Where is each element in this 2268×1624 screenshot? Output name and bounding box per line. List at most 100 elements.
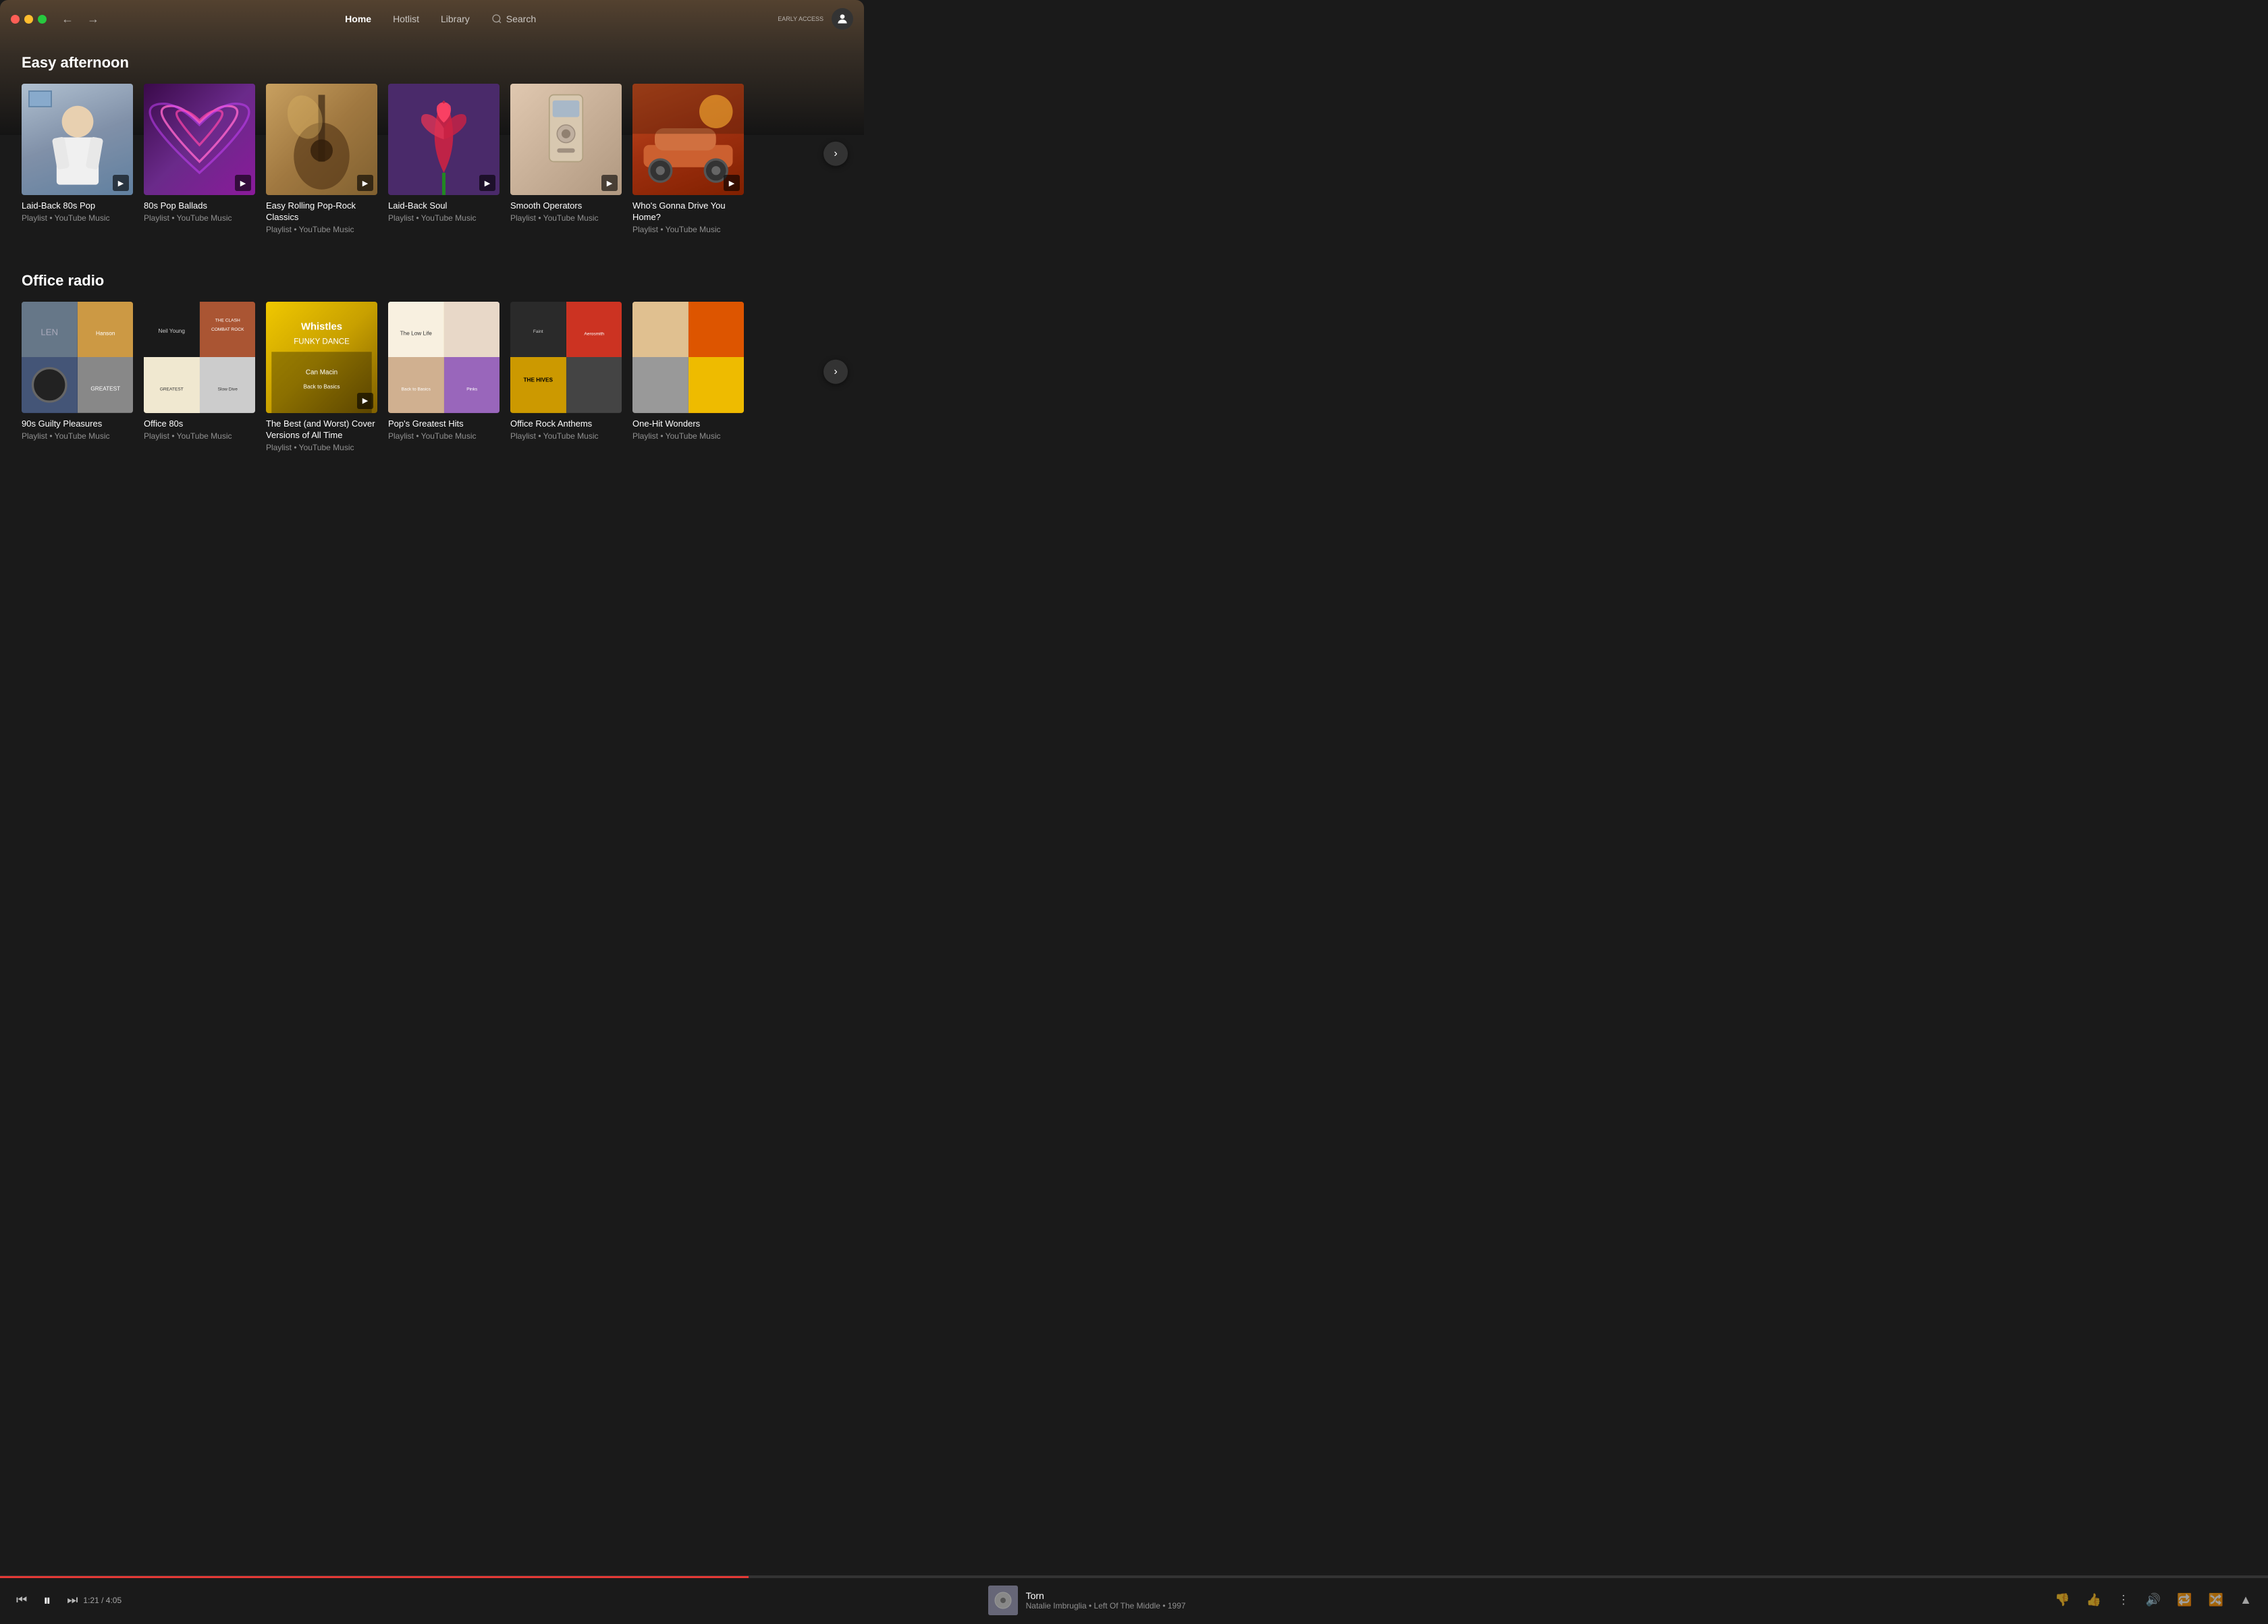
svg-text:Back to Basics: Back to Basics <box>402 387 431 392</box>
play-overlay-3: ▶ <box>357 175 373 191</box>
svg-text:Pinks: Pinks <box>466 387 478 392</box>
svg-text:GREATEST: GREATEST <box>90 386 120 392</box>
card-thumb-popsgreatest: The Low Life Back to Basics Pinks <box>388 302 500 413</box>
card-office80s[interactable]: Neil Young THE CLASH COMBAT ROCK GREATEST… <box>144 302 255 441</box>
card-name-4: Laid-Back Soul <box>388 200 500 212</box>
svg-text:THE CLASH: THE CLASH <box>215 318 240 323</box>
svg-text:Whistles: Whistles <box>301 321 342 332</box>
svg-text:Back to Basics: Back to Basics <box>303 383 340 389</box>
nav-arrows: ← → <box>57 11 103 28</box>
forward-button[interactable]: → <box>83 11 103 28</box>
window-controls <box>11 15 47 24</box>
card-sub-3: Playlist • YouTube Music <box>266 225 377 234</box>
office-radio-cards: LEN Hanson GREATEST <box>22 302 842 452</box>
card-onehitwonders[interactable]: One-Hit Wonders Playlist • YouTube Music <box>632 302 744 441</box>
play-overlay-1: ▶ <box>113 175 129 191</box>
card-thumb-whosgonna: ▶ <box>632 84 744 195</box>
card-sub-or-1: Playlist • YouTube Music <box>22 431 133 441</box>
card-whosgonna[interactable]: ▶ Who's Gonna Drive You Home? Playlist •… <box>632 84 744 234</box>
svg-text:Can Macin: Can Macin <box>306 369 338 376</box>
user-avatar[interactable] <box>832 8 853 30</box>
nav-search[interactable]: Search <box>491 11 536 27</box>
main-content: Easy afternoon <box>0 38 864 594</box>
fullscreen-button[interactable] <box>38 15 47 24</box>
nav-library[interactable]: Library <box>441 11 470 27</box>
card-name-1: Laid-Back 80s Pop <box>22 200 133 212</box>
svg-text:LEN: LEN <box>40 327 58 337</box>
play-overlay-4: ▶ <box>479 175 495 191</box>
card-sub-5: Playlist • YouTube Music <box>510 213 622 223</box>
card-sub-or-5: Playlist • YouTube Music <box>510 431 622 441</box>
office-radio-title: Office radio <box>22 272 842 290</box>
svg-text:Hanson: Hanson <box>96 330 115 336</box>
card-popsgreatest[interactable]: The Low Life Back to Basics Pinks <box>388 302 500 441</box>
card-laidbacksoul[interactable]: ▶ Laid-Back Soul Playlist • YouTube Musi… <box>388 84 500 223</box>
nav-search-label[interactable]: Search <box>506 11 536 27</box>
card-thumb-80spopballads: ▶ <box>144 84 255 195</box>
play-overlay-or-3: ▶ <box>357 393 373 409</box>
card-easyrolling[interactable]: ▶ Easy Rolling Pop-Rock Classics Playlis… <box>266 84 377 234</box>
play-overlay-6: ▶ <box>724 175 740 191</box>
card-sub-or-6: Playlist • YouTube Music <box>632 431 744 441</box>
easy-afternoon-cards: ▶ Laid-Back 80s Pop Playlist • YouTube M… <box>22 84 842 234</box>
card-bestworst[interactable]: Whistles FUNKY DANCE Can Macin Back to B… <box>266 302 377 452</box>
titlebar: ← → Home Hotlist Library Search EARLY AC… <box>0 0 864 38</box>
back-button[interactable]: ← <box>57 11 78 28</box>
card-thumb-bestworst: Whistles FUNKY DANCE Can Macin Back to B… <box>266 302 377 413</box>
play-overlay-5: ▶ <box>601 175 618 191</box>
svg-text:COMBAT ROCK: COMBAT ROCK <box>211 327 244 332</box>
minimize-button[interactable] <box>24 15 33 24</box>
card-thumb-officerock: Faint Aerosmith THE HIVES <box>510 302 622 413</box>
card-laidback80spop[interactable]: ▶ Laid-Back 80s Pop Playlist • YouTube M… <box>22 84 133 223</box>
nav-right: EARLY ACCESS <box>778 8 853 30</box>
nav-home[interactable]: Home <box>345 11 371 27</box>
early-access-label: EARLY ACCESS <box>778 16 824 23</box>
card-name-3: Easy Rolling Pop-Rock Classics <box>266 200 377 223</box>
close-button[interactable] <box>11 15 20 24</box>
card-thumb-90sguilty: LEN Hanson GREATEST <box>22 302 133 413</box>
card-name-or-2: Office 80s <box>144 418 255 430</box>
card-sub-2: Playlist • YouTube Music <box>144 213 255 223</box>
card-name-or-3: The Best (and Worst) Cover Versions of A… <box>266 418 377 441</box>
search-icon <box>491 13 502 24</box>
card-sub-1: Playlist • YouTube Music <box>22 213 133 223</box>
card-thumb-onehitwonders <box>632 302 744 413</box>
card-sub-or-4: Playlist • YouTube Music <box>388 431 500 441</box>
easy-afternoon-scroll-btn[interactable]: › <box>824 142 848 166</box>
card-smoothoperators[interactable]: ▶ Smooth Operators Playlist • YouTube Mu… <box>510 84 622 223</box>
svg-text:Neil Young: Neil Young <box>159 328 186 334</box>
nav-hotlist[interactable]: Hotlist <box>393 11 419 27</box>
card-name-5: Smooth Operators <box>510 200 622 212</box>
card-name-or-6: One-Hit Wonders <box>632 418 744 430</box>
card-90sguilty[interactable]: LEN Hanson GREATEST <box>22 302 133 441</box>
svg-text:The Low Life: The Low Life <box>400 330 433 336</box>
easy-afternoon-section: Easy afternoon <box>0 38 864 234</box>
card-sub-or-2: Playlist • YouTube Music <box>144 431 255 441</box>
easy-afternoon-title: Easy afternoon <box>22 54 842 72</box>
svg-text:Aerosmith: Aerosmith <box>584 331 604 336</box>
card-name-or-4: Pop's Greatest Hits <box>388 418 500 430</box>
svg-text:Slow Dive: Slow Dive <box>217 387 238 392</box>
card-name-or-5: Office Rock Anthems <box>510 418 622 430</box>
card-80spopballads[interactable]: ▶ 80s Pop Ballads Playlist • YouTube Mus… <box>144 84 255 223</box>
card-name-6: Who's Gonna Drive You Home? <box>632 200 744 223</box>
card-thumb-easyrolling: ▶ <box>266 84 377 195</box>
card-thumb-office80s: Neil Young THE CLASH COMBAT ROCK GREATEST… <box>144 302 255 413</box>
card-name-or-1: 90s Guilty Pleasures <box>22 418 133 430</box>
card-officerock[interactable]: Faint Aerosmith THE HIVES <box>510 302 622 441</box>
card-thumb-smoothoperators: ▶ <box>510 84 622 195</box>
svg-text:THE HIVES: THE HIVES <box>523 377 553 383</box>
card-thumb-laidback80spop: ▶ <box>22 84 133 195</box>
svg-text:GREATEST: GREATEST <box>160 387 184 392</box>
play-overlay-2: ▶ <box>235 175 251 191</box>
card-sub-6: Playlist • YouTube Music <box>632 225 744 234</box>
office-radio-section: Office radio LEN Hanson <box>0 256 864 452</box>
card-sub-4: Playlist • YouTube Music <box>388 213 500 223</box>
svg-text:Faint: Faint <box>533 329 543 334</box>
card-name-2: 80s Pop Ballads <box>144 200 255 212</box>
nav-center: Home Hotlist Library Search <box>103 11 778 27</box>
card-sub-or-3: Playlist • YouTube Music <box>266 443 377 452</box>
card-thumb-laidbacksoul: ▶ <box>388 84 500 195</box>
office-radio-scroll-btn[interactable]: › <box>824 360 848 384</box>
svg-text:FUNKY DANCE: FUNKY DANCE <box>294 337 350 346</box>
